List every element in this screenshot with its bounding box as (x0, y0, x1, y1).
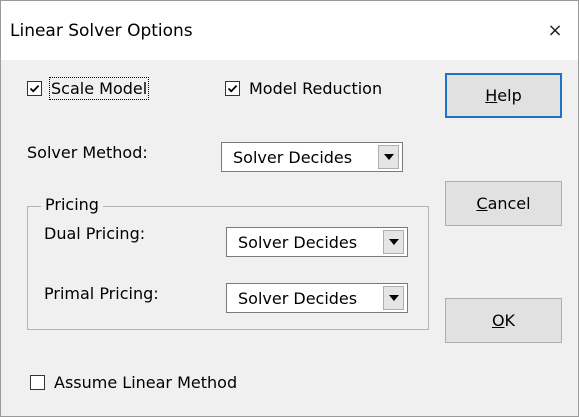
checkbox-box[interactable] (225, 81, 240, 96)
solver-method-label: Solver Method: (27, 143, 148, 162)
primal-pricing-label: Primal Pricing: (44, 284, 159, 303)
model-reduction-label: Model Reduction (249, 79, 383, 98)
assume-linear-method-checkbox[interactable]: Assume Linear Method (30, 373, 237, 392)
dual-pricing-value: Solver Decides (238, 232, 358, 252)
dropdown-arrow-button[interactable] (383, 286, 404, 310)
close-icon: × (547, 19, 563, 41)
primal-pricing-value: Solver Decides (238, 288, 358, 308)
solver-method-select[interactable]: Solver Decides (221, 142, 403, 172)
ok-button-label: OK (491, 311, 516, 330)
dual-pricing-select[interactable]: Solver Decides (226, 227, 408, 257)
solver-method-value: Solver Decides (233, 147, 353, 167)
dialog-title: Linear Solver Options (10, 21, 193, 41)
help-button-label: Help (485, 86, 522, 105)
dropdown-arrow-button[interactable] (378, 145, 399, 169)
cancel-button-label: Cancel (476, 194, 531, 213)
dropdown-arrow-button[interactable] (383, 230, 404, 254)
scale-model-label: Scale Model (48, 77, 150, 100)
close-button[interactable]: × (531, 0, 579, 60)
assume-linear-method-label: Assume Linear Method (54, 373, 238, 392)
chevron-down-icon (383, 154, 394, 160)
model-reduction-checkbox[interactable]: Model Reduction (225, 79, 382, 98)
ok-button[interactable]: OK (445, 298, 562, 343)
checkbox-box[interactable] (27, 81, 42, 96)
title-bar: Linear Solver Options × (0, 0, 579, 60)
checkmark-icon (29, 84, 40, 93)
primal-pricing-select[interactable]: Solver Decides (226, 283, 408, 313)
dual-pricing-label: Dual Pricing: (44, 224, 146, 243)
checkmark-icon (227, 84, 238, 93)
cancel-button[interactable]: Cancel (445, 181, 562, 226)
pricing-legend: Pricing (41, 195, 103, 214)
help-button[interactable]: Help (445, 73, 562, 118)
checkbox-box[interactable] (30, 375, 45, 390)
scale-model-checkbox[interactable]: Scale Model (27, 77, 150, 100)
chevron-down-icon (388, 239, 399, 245)
chevron-down-icon (388, 295, 399, 301)
